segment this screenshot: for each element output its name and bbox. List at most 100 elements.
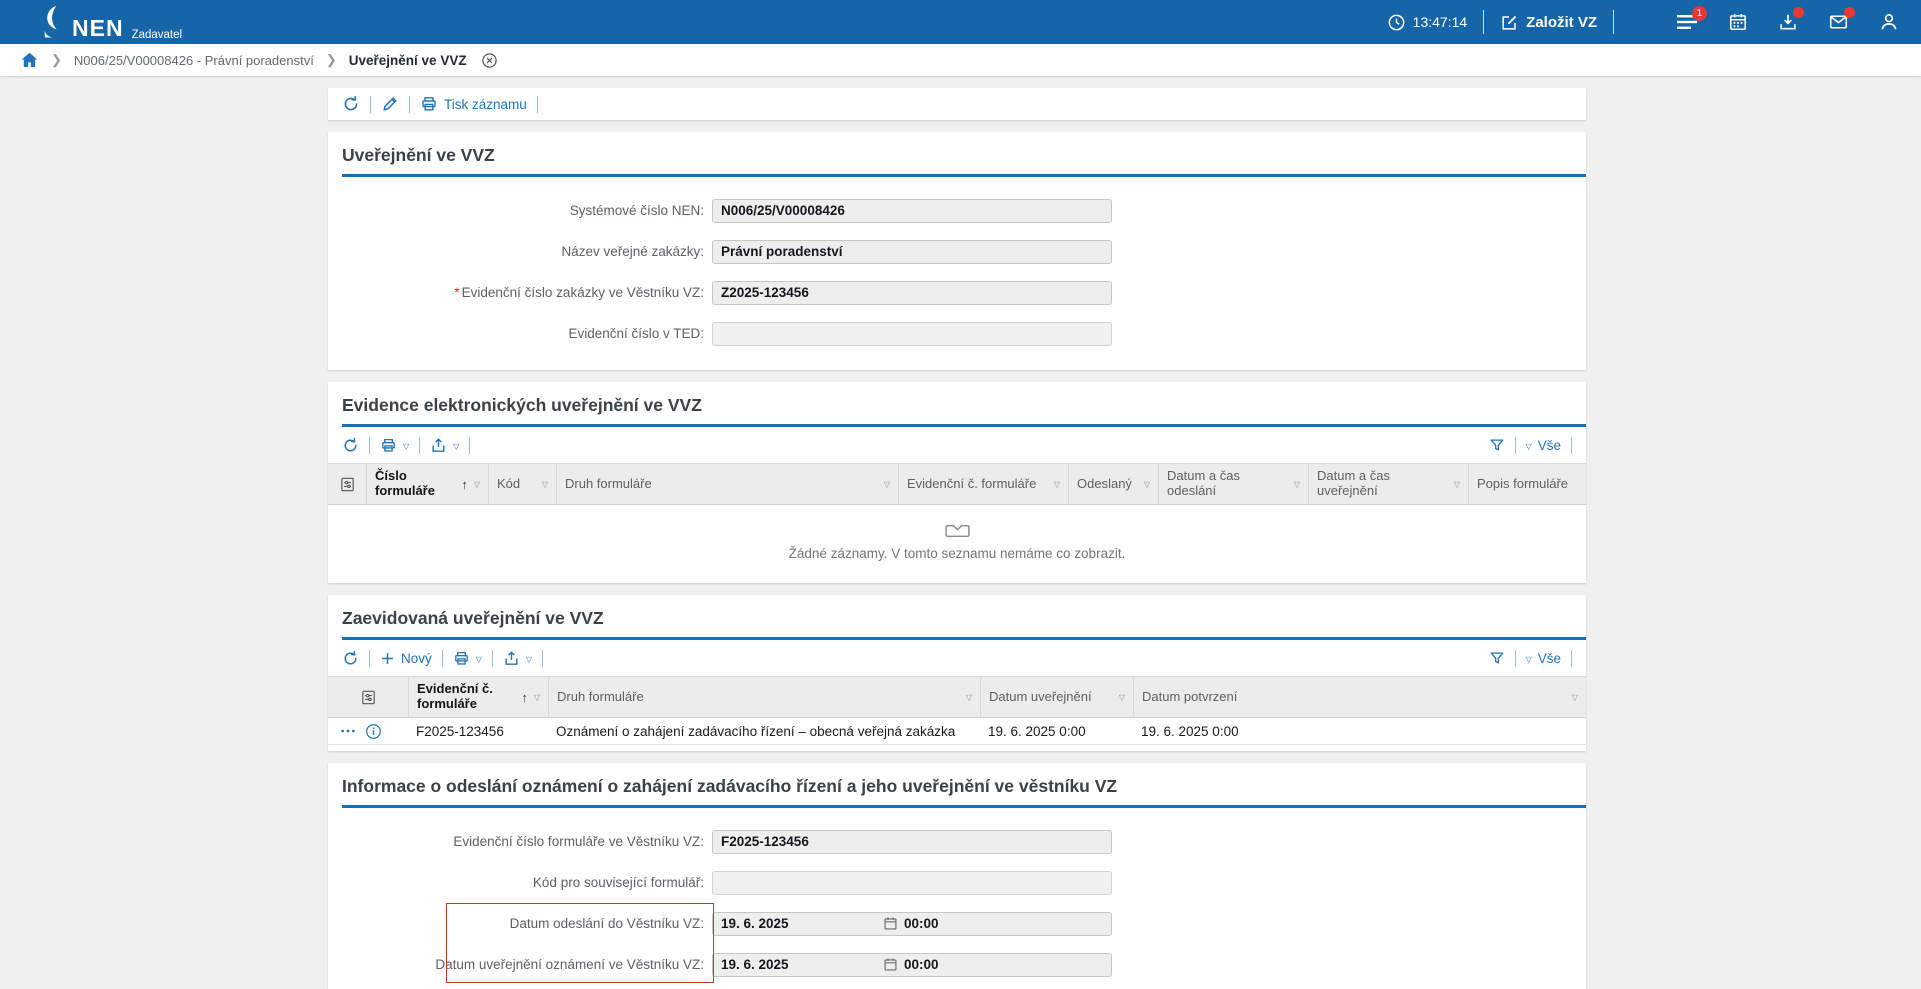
nen-system-number-field[interactable]: N006/25/V00008426 [712,199,1112,223]
empty-tray-icon [944,522,971,540]
column-header[interactable]: Datum uveřejnění▽ [980,677,1133,717]
edit-record-button[interactable] [381,95,399,113]
print-record-button[interactable]: Tisk záznamu [420,95,527,113]
column-filter-icon[interactable]: ▽ [528,693,540,702]
column-header[interactable]: Datum a čas odeslání▽ [1158,464,1308,504]
field-label: Název veřejné zakázky: [342,244,704,259]
calendar-icon[interactable] [883,957,898,972]
calendar-icon [1728,12,1748,32]
export-menu-button[interactable]: ▽ [503,650,532,667]
contract-name-field[interactable]: Právní poradenství [712,240,1112,264]
column-filter-icon[interactable]: ▽ [1113,693,1125,702]
column-filter-icon[interactable]: ▽ [1288,480,1300,489]
ted-number-field[interactable] [712,322,1112,346]
column-settings-icon [339,476,356,493]
toolbar-divider [369,650,370,667]
session-time: 13:47:14 [1387,13,1468,32]
new-record-button[interactable]: Nový [380,651,432,666]
refresh-icon [342,95,360,113]
field-label: *Evidenční číslo zakázky ve Věstníku VZ: [342,285,704,300]
form-row: Evidenční číslo v TED: [328,313,1586,354]
published-date-field[interactable]: 19. 6. 2025 00:00 [712,953,1112,977]
registered-table-header: Evidenční č. formuláře ↑ ▽ Druh formulář… [328,676,1586,718]
calendar-button[interactable] [1728,12,1748,32]
print-menu-button[interactable]: ▽ [453,650,482,667]
form-row: Kód pro související formulář: [328,862,1586,903]
refresh-icon [342,650,359,667]
column-header[interactable]: Datum a čas uveřejnění▽ [1308,464,1468,504]
print-menu-button[interactable]: ▽ [380,437,409,454]
breadcrumb: ❯ N006/25/V00008426 - Právní poradenství… [0,44,1921,76]
refresh-button[interactable] [342,650,359,667]
calendar-icon[interactable] [883,916,898,931]
vvz-form-number-field[interactable]: F2025-123456 [712,830,1112,854]
column-filter-icon[interactable]: ▽ [1138,480,1150,489]
table-row[interactable]: F2025-123456 Oznámení o zahájení zadávac… [328,718,1586,745]
date-value: 19. 6. 2025 [721,916,883,931]
dropdown-caret-icon: ▽ [1526,442,1532,451]
filter-button[interactable] [1489,437,1505,453]
registered-section: Zaevidovaná uveřejnění ve VVZ Nový [328,595,1586,751]
column-header[interactable]: Odeslaný▽ [1068,464,1158,504]
column-filter-icon[interactable]: ▽ [1448,480,1460,489]
column-header[interactable]: Evidenční č. formuláře▽ [898,464,1068,504]
row-menu-icon[interactable] [340,726,356,736]
toolbar-divider [1515,650,1516,667]
column-settings-button[interactable] [328,677,408,717]
info-icon[interactable] [365,723,382,740]
chevron-right-icon: ❯ [326,52,337,68]
create-vz-label: Založit VZ [1526,14,1597,31]
toolbar-divider [537,96,538,113]
form-row: Evidenční číslo formuláře ve Věstníku VZ… [328,821,1586,862]
printer-icon [380,437,397,454]
sent-date-field[interactable]: 19. 6. 2025 00:00 [712,912,1112,936]
column-settings-button[interactable] [328,464,366,504]
column-header[interactable]: Druh formuláře▽ [556,464,898,504]
downloads-button[interactable] [1778,12,1798,32]
empty-state: Žádné záznamy. V tomto seznamu nemáme co… [328,505,1586,583]
form-row: Datum uveřejnění oznámení ve Věstníku VZ… [328,944,1586,985]
related-form-code-field[interactable] [712,871,1112,895]
required-marker: * [454,285,459,300]
cell-datum-uverejneni: 19. 6. 2025 0:00 [980,724,1133,739]
column-header[interactable]: Číslo formuláře ↑ ▽ [366,464,488,504]
column-filter-icon[interactable]: ▽ [960,693,972,702]
column-filter-icon[interactable]: ▽ [468,480,480,489]
filter-button[interactable] [1489,650,1505,666]
chevron-right-icon: ❯ [51,52,62,68]
pencil-icon [381,95,399,113]
toolbar-divider [1571,437,1572,454]
refresh-button[interactable] [342,437,359,454]
breadcrumb-current: Uveřejnění ve VVZ [349,53,467,68]
page: NEN Zadavatel 13:47:14 Založit VZ [0,0,1921,989]
brand-text: NEN [72,18,124,39]
share-icon [430,437,447,454]
column-header[interactable]: Popis formuláře [1468,464,1586,504]
breadcrumb-case[interactable]: N006/25/V00008426 - Právní poradenství [74,53,314,68]
field-label: Systémové číslo NEN: [342,203,704,218]
view-all-button[interactable]: ▽ Vše [1526,438,1561,453]
vvz-record-number-field[interactable]: Z2025-123456 [712,281,1112,305]
column-header[interactable]: Druh formuláře▽ [548,677,980,717]
time-value: 00:00 [904,957,939,972]
nen-logo[interactable]: NEN Zadavatel [40,5,182,39]
column-filter-icon[interactable]: ▽ [1048,480,1060,489]
column-header[interactable]: Kód▽ [488,464,556,504]
close-tab-button[interactable] [481,52,498,69]
dropdown-caret-icon: ▽ [453,442,459,451]
column-filter-icon[interactable]: ▽ [1566,693,1578,702]
refresh-button[interactable] [342,95,360,113]
field-label: Evidenční číslo v TED: [342,326,704,341]
messages-button[interactable] [1828,12,1849,32]
export-menu-button[interactable]: ▽ [430,437,459,454]
home-button[interactable] [20,51,39,70]
column-filter-icon[interactable]: ▽ [536,480,548,489]
column-filter-icon[interactable]: ▽ [878,480,890,489]
view-all-button[interactable]: ▽ Vše [1526,651,1561,666]
column-header[interactable]: Datum potvrzení▽ [1133,677,1586,717]
profile-button[interactable] [1879,12,1899,32]
create-vz-button[interactable]: Založit VZ [1500,13,1597,32]
record-toolbar: Tisk záznamu [328,88,1586,120]
column-header[interactable]: Evidenční č. formuláře ↑ ▽ [408,677,548,717]
menu-button[interactable]: 1 [1676,13,1698,31]
